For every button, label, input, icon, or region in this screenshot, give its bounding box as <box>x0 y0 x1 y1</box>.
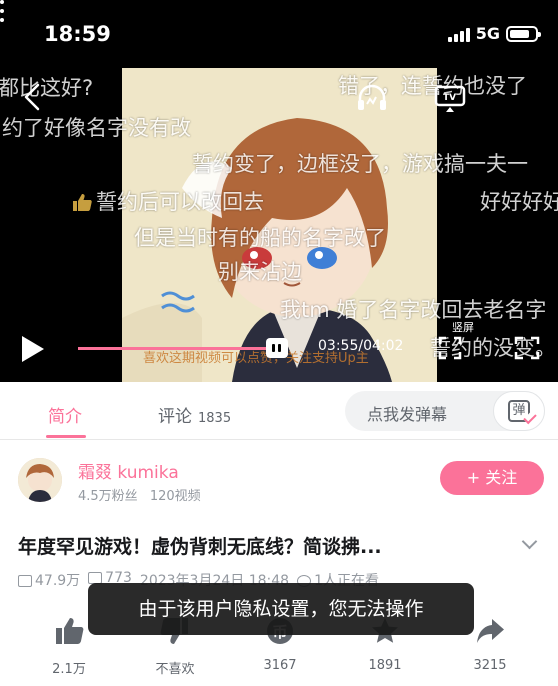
chevron-down-icon[interactable] <box>521 533 538 550</box>
more-icon[interactable] <box>0 0 558 22</box>
signal-icon <box>447 26 470 42</box>
content-tabs: 简介 评论 1835 点我发弹幕 弹 <box>0 382 558 440</box>
progress-bar[interactable] <box>78 347 274 350</box>
danmaku-comment: 誓约变了，边框没了，游戏搞一夫一 <box>192 152 528 176</box>
cast-tv-icon[interactable]: TV <box>434 84 466 114</box>
favorite-count: 1891 <box>368 658 402 673</box>
view-count-group: 47.9万 <box>18 570 80 590</box>
danmaku-input-placeholder: 点我发弹幕 <box>367 405 448 424</box>
danmaku-comment: 但是当时有的船的名字改了 <box>134 226 386 250</box>
danmaku-comment: 别来沾边 <box>218 260 302 284</box>
danmaku-input[interactable]: 点我发弹幕 弹 <box>345 391 545 431</box>
duration: 04:02 <box>363 338 404 354</box>
status-indicators: 5G <box>447 24 541 43</box>
danmaku-comment: 我tm 婚了名字改回去老名字 <box>280 298 547 322</box>
share-count: 3215 <box>473 658 507 673</box>
network-type: 5G <box>475 24 500 43</box>
back-icon[interactable] <box>20 82 44 112</box>
avatar-illustration <box>18 458 62 502</box>
danmaku-text: 誓约后可以改回去 <box>96 190 264 214</box>
status-time: 18:59 <box>44 22 111 46</box>
danmaku-liked-comment: 誓约后可以改回去 <box>72 186 264 216</box>
progress-fill <box>78 347 269 350</box>
listen-mode-icon[interactable] <box>356 84 388 112</box>
fans-count: 4.5万粉丝 <box>78 489 138 504</box>
video-title[interactable]: 年度罕见游戏！虚伪背刺无底线？简谈拂... <box>18 532 382 559</box>
view-count: 47.9万 <box>35 573 81 589</box>
uploader-stats: 4.5万粉丝 120视频 <box>78 485 201 504</box>
video-player[interactable]: 18:59 5G 都比这好? 错了，连誓约也没了 约了好像名字没有改 誓约变了，… <box>0 0 558 382</box>
current-time: 03:55 <box>318 338 359 354</box>
follow-button[interactable]: + 关注 <box>440 461 544 495</box>
time-readout: 03:55/04:02 <box>318 338 403 354</box>
play-count-icon <box>18 575 32 587</box>
thumbs-up-icon <box>56 618 84 644</box>
vertical-mode-label[interactable]: 竖屏 <box>449 318 477 336</box>
play-icon[interactable] <box>22 336 44 362</box>
danmaku-settings-button[interactable]: 弹 <box>493 391 545 431</box>
uploader-card: 霜叕 kumika 4.5万粉丝 120视频 + 关注 <box>0 441 558 521</box>
privacy-toast: 由于该用户隐私设置，您无法操作 <box>88 583 474 635</box>
video-count: 120视频 <box>149 489 201 504</box>
battery-level <box>510 29 530 38</box>
danmaku-comment: 约了好像名字没有改 <box>2 116 191 140</box>
uploader-name[interactable]: 霜叕 kumika <box>78 458 179 483</box>
tab-comments[interactable]: 评论 1835 <box>158 402 231 427</box>
danmaku-toggle-icon[interactable] <box>266 338 288 358</box>
avatar[interactable] <box>18 458 62 502</box>
tab-intro[interactable]: 简介 <box>48 402 82 427</box>
vertical-fullscreen-icon[interactable] <box>438 336 462 360</box>
active-tab-indicator <box>46 435 86 438</box>
dislike-label: 不喜欢 <box>155 662 195 677</box>
comments-count: 1835 <box>198 411 232 426</box>
svg-text:TV: TV <box>443 93 456 103</box>
tab-comments-label: 评论 <box>158 407 192 427</box>
danmaku-comment: 都比这好? <box>0 76 94 100</box>
thumbs-up-icon <box>73 194 92 211</box>
coin-count: 3167 <box>263 658 297 673</box>
battery-icon <box>506 25 541 42</box>
like-count: 2.1万 <box>52 662 86 677</box>
fullscreen-icon[interactable] <box>514 336 540 360</box>
danmaku-comment: 好好好好 <box>480 190 558 214</box>
share-icon <box>477 619 504 643</box>
